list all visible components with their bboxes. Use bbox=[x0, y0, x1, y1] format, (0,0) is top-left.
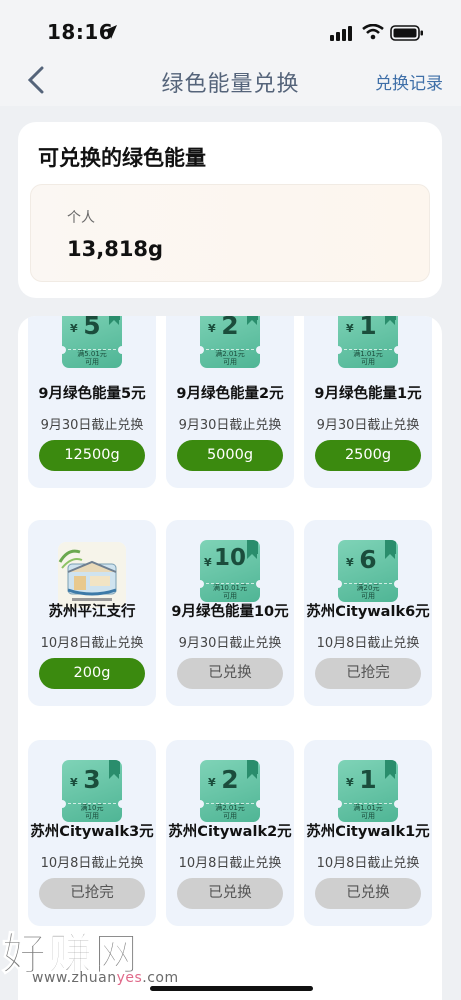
coupon-icon: ¥1 满1.01元 可用 bbox=[338, 316, 398, 368]
coupon-condition: 满2.01元 可用 bbox=[215, 350, 245, 366]
energy-title: 可兑换的绿色能量 bbox=[38, 146, 206, 170]
reward-deadline: 10月8日截止兑换 bbox=[40, 856, 144, 871]
coupon-icon: ¥2 满2.01元 可用 bbox=[200, 316, 260, 368]
personal-label: 个人 bbox=[67, 210, 95, 226]
coupon-condition: 满10.01元 可用 bbox=[212, 584, 248, 600]
coupon-condition: 满2.01元 可用 bbox=[215, 804, 245, 820]
reward-tile[interactable]: ¥1 满1.01元 可用 苏州Citywalk1元 10月8日截止兑换 已兑换 bbox=[304, 740, 432, 926]
reward-name: 苏州平江支行 bbox=[48, 604, 136, 620]
battery-icon bbox=[390, 25, 423, 41]
coupon-icon: ¥3 满10元 可用 bbox=[62, 760, 122, 822]
reward-deadline: 9月30日截止兑换 bbox=[316, 418, 420, 433]
reward-name: 苏州Citywalk3元 bbox=[30, 824, 154, 840]
exchange-button[interactable]: 200g bbox=[39, 658, 145, 689]
redeemed-button[interactable]: 已兑换 bbox=[177, 878, 283, 909]
reward-deadline: 9月30日截止兑换 bbox=[178, 418, 282, 433]
exchange-button[interactable]: 5000g bbox=[177, 440, 283, 471]
coupon-amount: 6 bbox=[359, 545, 377, 574]
product-image bbox=[58, 542, 126, 608]
reward-deadline: 9月30日截止兑换 bbox=[178, 636, 282, 651]
coupon-icon: ¥6 满20元 可用 bbox=[338, 540, 398, 602]
redeemed-button[interactable]: 已兑换 bbox=[315, 878, 421, 909]
reward-tile[interactable]: 苏州平江支行 10月8日截止兑换 200g bbox=[28, 520, 156, 706]
coupon-icon: ¥2 满2.01元 可用 bbox=[200, 760, 260, 822]
energy-card: 可兑换的绿色能量 个人 13,818g bbox=[18, 122, 442, 298]
reward-deadline: 10月8日截止兑换 bbox=[178, 856, 282, 871]
sold-out-button[interactable]: 已抢完 bbox=[39, 878, 145, 909]
reward-tile[interactable]: ¥2 满2.01元 可用 苏州Citywalk2元 10月8日截止兑换 已兑换 bbox=[166, 740, 294, 926]
home-indicator[interactable] bbox=[150, 986, 313, 991]
coupon-amount: 10 bbox=[213, 545, 246, 571]
personal-energy-box: 个人 13,818g bbox=[30, 184, 430, 282]
reward-deadline: 9月30日截止兑换 bbox=[40, 418, 144, 433]
coupon-amount: 1 bbox=[359, 316, 377, 340]
reward-deadline: 10月8日截止兑换 bbox=[316, 856, 420, 871]
coupon-condition: 满10元 可用 bbox=[80, 804, 104, 820]
reward-tile[interactable]: ¥1 满1.01元 可用 9月绿色能量1元 9月30日截止兑换 2500g bbox=[304, 316, 432, 488]
sold-out-button[interactable]: 已抢完 bbox=[315, 658, 421, 689]
location-arrow-icon bbox=[103, 25, 117, 39]
reward-tile[interactable]: ¥10 满10.01元 可用 9月绿色能量10元 9月30日截止兑换 已兑换 bbox=[166, 520, 294, 706]
reward-name: 9月绿色能量1元 bbox=[314, 386, 422, 402]
reward-name: 苏州Citywalk6元 bbox=[306, 604, 430, 620]
coupon-icon: ¥10 满10.01元 可用 bbox=[200, 540, 260, 602]
redeemed-button[interactable]: 已兑换 bbox=[177, 658, 283, 689]
signal-icon bbox=[330, 26, 352, 41]
rewards-grid: ¥5 满5.01元 可用 9月绿色能量5元 9月30日截止兑换 12500g ¥2… bbox=[18, 316, 442, 1000]
coupon-amount: 2 bbox=[221, 316, 239, 340]
exchange-button[interactable]: 12500g bbox=[39, 440, 145, 471]
coupon-amount: 5 bbox=[83, 316, 101, 340]
coupon-condition: 满1.01元 可用 bbox=[353, 804, 383, 820]
coupon-amount: 3 bbox=[83, 765, 101, 794]
watermark-logo: 好赚网 www.zhuanyes.com bbox=[2, 918, 192, 996]
coupon-condition: 满1.01元 可用 bbox=[353, 350, 383, 366]
reward-tile[interactable]: ¥2 满2.01元 可用 9月绿色能量2元 9月30日截止兑换 5000g bbox=[166, 316, 294, 488]
reward-name: 9月绿色能量10元 bbox=[171, 604, 289, 620]
reward-tile[interactable]: ¥5 满5.01元 可用 9月绿色能量5元 9月30日截止兑换 12500g bbox=[28, 316, 156, 488]
exchange-records-link[interactable]: 兑换记录 bbox=[375, 69, 443, 94]
reward-name: 9月绿色能量2元 bbox=[176, 386, 284, 402]
reward-name: 苏州Citywalk2元 bbox=[168, 824, 292, 840]
reward-name: 9月绿色能量5元 bbox=[38, 386, 146, 402]
reward-deadline: 10月8日截止兑换 bbox=[316, 636, 420, 651]
coupon-amount: 2 bbox=[221, 765, 239, 794]
exchange-button[interactable]: 2500g bbox=[315, 440, 421, 471]
coupon-icon: ¥1 满1.01元 可用 bbox=[338, 760, 398, 822]
watermark-url: www.zhuanyes.com bbox=[32, 970, 179, 986]
coupon-condition: 满20元 可用 bbox=[356, 584, 380, 600]
personal-energy-value: 13,818g bbox=[67, 237, 164, 261]
nav-bar: 绿色能量兑换 兑换记录 bbox=[0, 50, 461, 106]
reward-name: 苏州Citywalk1元 bbox=[306, 824, 430, 840]
coupon-icon: ¥5 满5.01元 可用 bbox=[62, 316, 122, 368]
reward-tile[interactable]: ¥3 满10元 可用 苏州Citywalk3元 10月8日截止兑换 已抢完 bbox=[28, 740, 156, 926]
coupon-amount: 1 bbox=[359, 765, 377, 794]
reward-deadline: 10月8日截止兑换 bbox=[40, 636, 144, 651]
reward-tile[interactable]: ¥6 满20元 可用 苏州Citywalk6元 10月8日截止兑换 已抢完 bbox=[304, 520, 432, 706]
wifi-icon bbox=[362, 24, 384, 40]
coupon-condition: 满5.01元 可用 bbox=[77, 350, 107, 366]
